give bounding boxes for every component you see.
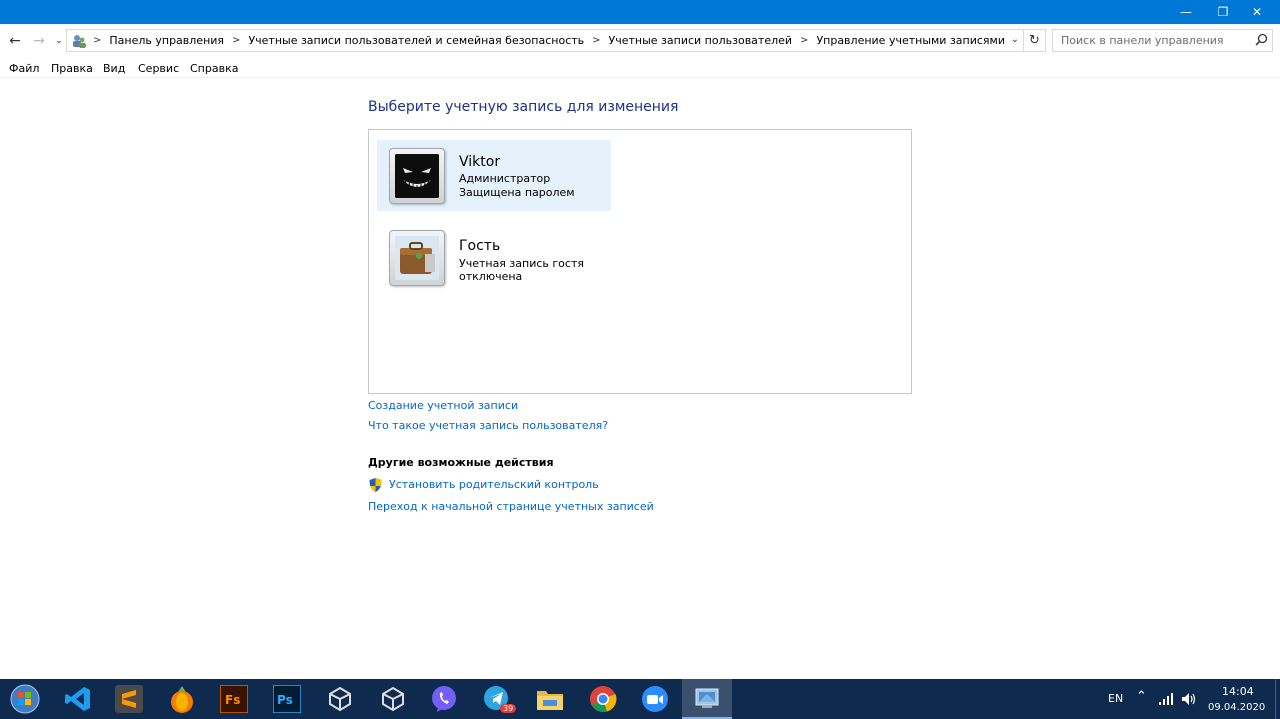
control-panel-users-icon	[71, 33, 87, 49]
flash-icon[interactable]: Fs	[209, 679, 259, 719]
accounts-list: Viktor Администратор Защищена паролем Го…	[368, 129, 912, 394]
account-tile-guest[interactable]: Гость Учетная запись гостя отключена	[377, 227, 611, 298]
menu-edit[interactable]: Правка	[51, 62, 93, 75]
svg-text:Ps: Ps	[277, 693, 293, 707]
other-actions-heading: Другие возможные действия	[368, 456, 554, 469]
breadcrumb-separator: >	[800, 35, 809, 46]
address-dropdown-chevron-icon[interactable]: ⌄	[1011, 34, 1019, 45]
address-bar[interactable]: > Панель управления > Учетные записи пол…	[66, 29, 1024, 52]
search-icon[interactable]	[1255, 33, 1274, 49]
telegram-icon[interactable]: 39	[472, 679, 522, 719]
network-signal-icon[interactable]	[1158, 692, 1174, 709]
account-status: Защищена паролем	[459, 186, 575, 199]
page-title: Выберите учетную запись для изменения	[368, 99, 679, 115]
photoshop-icon[interactable]: Ps	[262, 679, 312, 719]
start-button[interactable]	[0, 679, 50, 719]
accounts-home-link[interactable]: Переход к начальной странице учетных зап…	[368, 500, 654, 513]
svg-text:Fs: Fs	[225, 693, 240, 707]
refresh-icon[interactable]: ↻	[1024, 29, 1046, 52]
forward-arrow-icon[interactable]: →	[29, 31, 49, 51]
uac-shield-icon	[368, 477, 383, 496]
menu-bar: Файл Правка Вид Сервис Справка	[0, 60, 1280, 78]
file-explorer-icon[interactable]	[525, 679, 575, 719]
breadcrumb-separator: >	[93, 35, 102, 46]
unity-icon[interactable]	[315, 679, 365, 719]
sublime-text-icon[interactable]	[104, 679, 154, 719]
breadcrumb-manage-accounts[interactable]: Управление учетными записями	[816, 34, 1005, 47]
menu-help[interactable]: Справка	[190, 62, 238, 75]
back-arrow-icon[interactable]: ←	[5, 31, 25, 51]
vscode-icon[interactable]	[53, 679, 103, 719]
breadcrumb-user-accounts-family[interactable]: Учетные записи пользователей и семейная …	[248, 34, 584, 47]
taskbar: Fs Ps 39 EN ⌃ 14:04 09.04.2020	[0, 679, 1280, 719]
search-input[interactable]: Поиск в панели управления	[1052, 29, 1273, 52]
breadcrumb-separator: >	[592, 35, 601, 46]
menu-file[interactable]: Файл	[9, 62, 39, 75]
breadcrumb-user-accounts[interactable]: Учетные записи пользователей	[609, 34, 793, 47]
unity-icon[interactable]	[368, 679, 418, 719]
account-name: Гость	[459, 238, 501, 254]
language-indicator[interactable]: EN	[1108, 692, 1123, 705]
create-account-link[interactable]: Создание учетной записи	[368, 399, 518, 412]
show-desktop-button[interactable]	[1275, 679, 1276, 719]
address-row: ← → ⌄ > Панель управления > Учетные запи…	[0, 29, 1280, 53]
account-status: Учетная запись гостя отключена	[459, 257, 584, 283]
menu-view[interactable]: Вид	[103, 62, 125, 75]
close-button[interactable]: ✕	[1234, 0, 1280, 24]
parental-control-link[interactable]: Установить родительский контроль	[389, 478, 599, 491]
guest-briefcase-avatar-icon	[389, 230, 445, 286]
what-is-account-link[interactable]: Что такое учетная запись пользователя?	[368, 419, 608, 432]
zoom-icon[interactable]	[630, 679, 680, 719]
clock-time[interactable]: 14:04	[1222, 685, 1254, 698]
menu-tools[interactable]: Сервис	[138, 62, 179, 75]
account-type: Администратор	[459, 172, 551, 185]
control-panel-icon[interactable]	[682, 679, 732, 719]
volume-icon[interactable]	[1181, 692, 1197, 709]
window-titlebar: — ❐ ✕	[0, 0, 1280, 24]
breadcrumb-control-panel[interactable]: Панель управления	[109, 34, 224, 47]
viber-icon[interactable]	[419, 679, 469, 719]
dark-grin-avatar-icon	[389, 148, 445, 204]
show-hidden-icons-chevron-icon[interactable]: ⌃	[1136, 689, 1147, 704]
chrome-icon[interactable]	[578, 679, 628, 719]
account-tile-viktor[interactable]: Viktor Администратор Защищена паролем	[377, 140, 611, 211]
fl-studio-icon[interactable]	[157, 679, 207, 719]
clock-date[interactable]: 09.04.2020	[1208, 702, 1265, 713]
telegram-unread-badge: 39	[500, 704, 517, 713]
account-name: Viktor	[459, 154, 501, 170]
breadcrumb-separator: >	[232, 35, 241, 46]
